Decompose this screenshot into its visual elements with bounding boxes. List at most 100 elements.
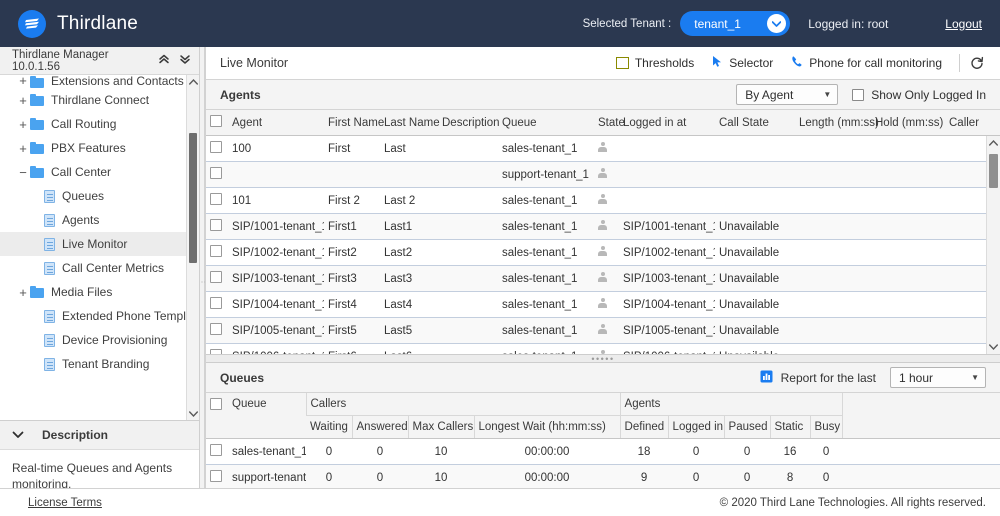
row-checkbox[interactable]	[210, 245, 222, 257]
row-checkbox[interactable]	[210, 323, 222, 335]
logout-link[interactable]: Logout	[945, 17, 982, 31]
sidebar-item-media-files[interactable]: +Media Files	[0, 280, 199, 304]
agents-select-all-checkbox[interactable]	[210, 115, 222, 127]
selector-button[interactable]: Selector	[703, 55, 782, 71]
row-select-cell[interactable]	[206, 266, 228, 292]
col-busy[interactable]: Busy	[810, 416, 842, 439]
row-select-cell[interactable]	[206, 439, 228, 465]
license-terms-link[interactable]: License Terms	[28, 497, 102, 509]
col-call-state[interactable]: Call State	[715, 110, 795, 136]
row-select-cell[interactable]	[206, 162, 228, 188]
row-select-cell[interactable]	[206, 465, 228, 491]
queues-select-all-checkbox[interactable]	[210, 398, 222, 410]
chevrons-up-icon[interactable]	[158, 53, 170, 68]
sidebar-item-live-monitor[interactable]: Live Monitor	[0, 232, 199, 256]
sidebar-item-device-provisioning[interactable]: Device Provisioning	[0, 328, 199, 352]
scroll-up-icon[interactable]	[187, 75, 199, 88]
row-select-cell[interactable]	[206, 188, 228, 214]
show-only-logged-in-toggle[interactable]: Show Only Logged In	[852, 88, 986, 102]
col-queue[interactable]: Queue	[228, 393, 306, 439]
queues-select-all-cell[interactable]	[206, 393, 228, 439]
sidebar-item-tenant-branding[interactable]: Tenant Branding	[0, 352, 199, 376]
collapse-icon[interactable]: −	[16, 165, 30, 180]
expand-icon[interactable]: +	[16, 117, 30, 132]
table-row[interactable]: SIP/1001-tenant_1First1Last1sales-tenant…	[206, 214, 1000, 240]
description-panel-header[interactable]: Description	[0, 420, 199, 450]
row-select-cell[interactable]	[206, 240, 228, 266]
col-paused[interactable]: Paused	[724, 416, 770, 439]
tenant-selector[interactable]: tenant_1	[680, 11, 790, 36]
col-length[interactable]: Length (mm:ss)	[795, 110, 871, 136]
scroll-down-icon[interactable]	[187, 407, 199, 420]
sidebar-scroll-thumb[interactable]	[189, 133, 197, 263]
expand-icon[interactable]: +	[16, 285, 30, 300]
table-row[interactable]: 100FirstLastsales-tenant_1	[206, 136, 1000, 162]
row-checkbox[interactable]	[210, 470, 222, 482]
table-row[interactable]: 101First 2Last 2sales-tenant_1	[206, 188, 1000, 214]
show-only-logged-in-checkbox[interactable]	[852, 89, 864, 101]
col-first-name[interactable]: First Name	[324, 110, 380, 136]
sidebar-item-extended-phone-templat[interactable]: Extended Phone Templat...	[0, 304, 199, 328]
row-checkbox[interactable]	[210, 271, 222, 283]
row-checkbox[interactable]	[210, 444, 222, 456]
agents-scrollbar[interactable]	[986, 136, 1000, 354]
table-row[interactable]: SIP/1006-tenant_1First6Last6sales-tenant…	[206, 344, 1000, 355]
thresholds-button[interactable]: Thresholds	[607, 56, 703, 70]
col-defined[interactable]: Defined	[620, 416, 668, 439]
row-checkbox[interactable]	[210, 141, 222, 153]
table-row[interactable]: support-tenant_1001000:00:0090080	[206, 465, 1000, 491]
refresh-icon[interactable]	[964, 56, 990, 70]
col-caller[interactable]: Caller	[945, 110, 1000, 136]
col-waiting[interactable]: Waiting	[306, 416, 352, 439]
sidebar-item-call-routing[interactable]: +Call Routing	[0, 112, 199, 136]
row-checkbox[interactable]	[210, 297, 222, 309]
sidebar-item-call-center-metrics[interactable]: Call Center Metrics	[0, 256, 199, 280]
agents-select-all-cell[interactable]	[206, 110, 228, 136]
expand-icon[interactable]: +	[16, 75, 30, 88]
row-checkbox[interactable]	[210, 219, 222, 231]
sidebar-scrollbar[interactable]	[186, 75, 199, 420]
col-logged-in[interactable]: Logged in	[668, 416, 724, 439]
expand-icon[interactable]: +	[16, 93, 30, 108]
col-max-callers[interactable]: Max Callers	[408, 416, 474, 439]
row-select-cell[interactable]	[206, 292, 228, 318]
group-by-select[interactable]: By Agent ▼	[736, 84, 838, 105]
col-static[interactable]: Static	[770, 416, 810, 439]
col-answered[interactable]: Answered	[352, 416, 408, 439]
col-longest-wait[interactable]: Longest Wait (hh:mm:ss)	[474, 416, 620, 439]
table-row[interactable]: support-tenant_1	[206, 162, 1000, 188]
chevrons-down-icon[interactable]	[179, 53, 191, 68]
col-hold[interactable]: Hold (mm:ss)	[871, 110, 945, 136]
phone-for-call-monitoring-button[interactable]: Phone for call monitoring	[782, 55, 951, 71]
table-row[interactable]: sales-tenant_1001000:00:001800160	[206, 439, 1000, 465]
table-row[interactable]: SIP/1003-tenant_1First3Last3sales-tenant…	[206, 266, 1000, 292]
sidebar-item-call-center[interactable]: −Call Center	[0, 160, 199, 184]
agents-scroll-thumb[interactable]	[989, 154, 998, 188]
row-select-cell[interactable]	[206, 214, 228, 240]
report-period-select[interactable]: 1 hour ▼	[890, 367, 986, 388]
report-chart-icon[interactable]	[760, 370, 773, 386]
scroll-down-icon[interactable]	[987, 340, 1000, 354]
table-row[interactable]: SIP/1005-tenant_1First5Last5sales-tenant…	[206, 318, 1000, 344]
col-state[interactable]: State	[594, 110, 619, 136]
col-logged-in-at[interactable]: Logged in at	[619, 110, 715, 136]
col-last-name[interactable]: Last Name	[380, 110, 438, 136]
sidebar-item-pbx-features[interactable]: +PBX Features	[0, 136, 199, 160]
row-select-cell[interactable]	[206, 318, 228, 344]
sidebar-item-queues[interactable]: Queues	[0, 184, 199, 208]
col-agent[interactable]: Agent	[228, 110, 324, 136]
row-select-cell[interactable]	[206, 136, 228, 162]
sidebar-item-agents[interactable]: Agents	[0, 208, 199, 232]
sidebar-item-extensions-and-contacts[interactable]: +Extensions and Contacts	[0, 75, 199, 88]
col-queue[interactable]: Queue	[498, 110, 594, 136]
scroll-up-icon[interactable]	[987, 136, 1000, 150]
sidebar-item-thirdlane-connect[interactable]: +Thirdlane Connect	[0, 88, 199, 112]
navigation-tree[interactable]: +Extensions and Contacts+Thirdlane Conne…	[0, 75, 199, 420]
row-select-cell[interactable]	[206, 344, 228, 355]
table-row[interactable]: SIP/1002-tenant_1First2Last2sales-tenant…	[206, 240, 1000, 266]
expand-icon[interactable]: +	[16, 141, 30, 156]
table-row[interactable]: SIP/1004-tenant_1First4Last4sales-tenant…	[206, 292, 1000, 318]
row-checkbox[interactable]	[210, 167, 222, 179]
panel-splitter[interactable]: •••••	[206, 354, 1000, 363]
col-description[interactable]: Description	[438, 110, 498, 136]
